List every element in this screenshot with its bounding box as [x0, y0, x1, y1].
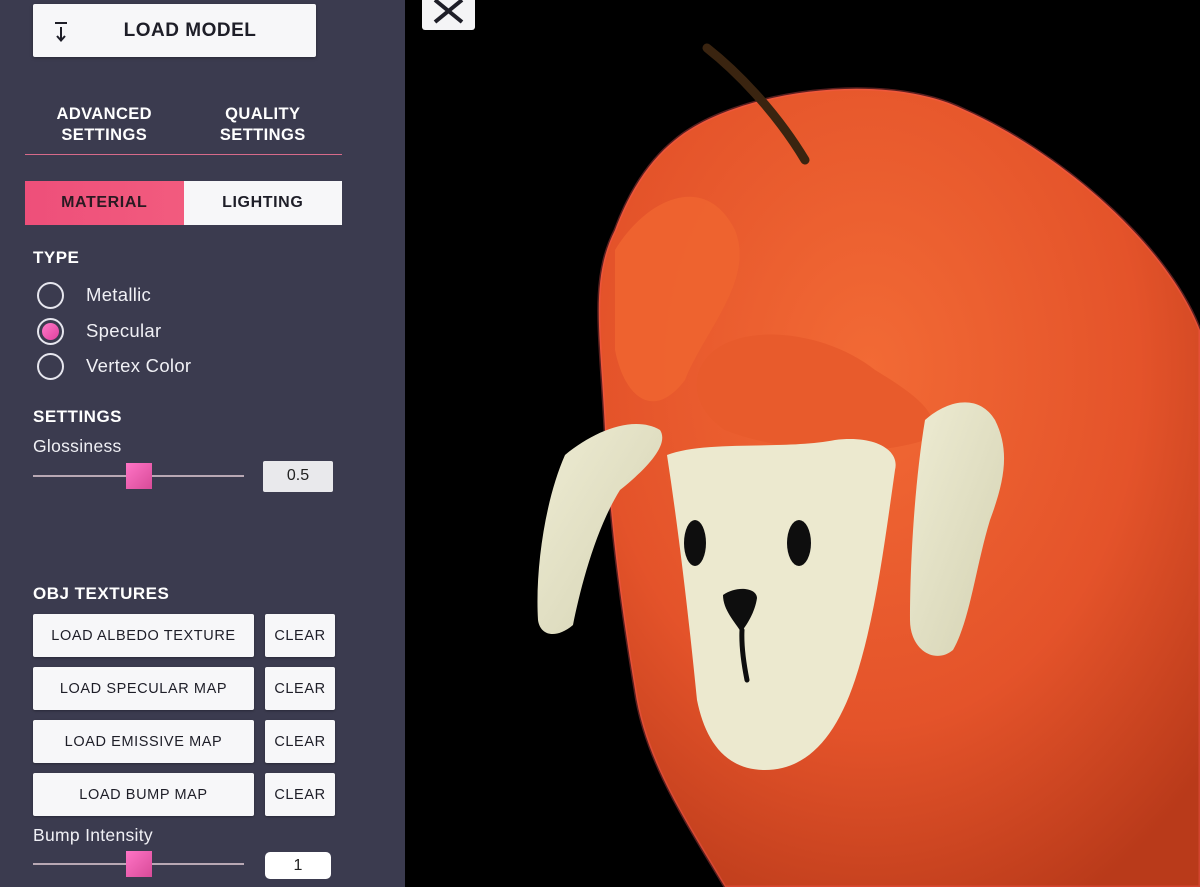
clear-bump-button[interactable]: CLEAR	[265, 773, 335, 816]
load-model-label: LOAD MODEL	[123, 19, 257, 41]
type-section-title: TYPE	[33, 248, 80, 267]
material-lighting-tabs: MATERIAL LIGHTING	[25, 181, 342, 225]
radio-metallic[interactable]: Metallic	[37, 281, 151, 309]
tab-quality-line1: QUALITY	[225, 105, 301, 123]
glossiness-slider-thumb[interactable]	[126, 463, 152, 489]
radio-label-metallic: Metallic	[86, 284, 152, 305]
radio-button[interactable]	[37, 352, 64, 380]
load-albedo-texture-button[interactable]: LOAD ALBEDO TEXTURE	[33, 614, 254, 657]
side-panel: LOAD MODEL ADVANCED SETTINGS QUALITY SET…	[0, 0, 405, 887]
settings-section-title: SETTINGS	[33, 407, 123, 426]
download-arrow-icon	[55, 22, 67, 43]
tab-advanced-line2: SETTINGS	[61, 126, 148, 144]
close-button[interactable]	[422, 0, 475, 30]
radio-button-checked[interactable]	[37, 317, 64, 345]
radio-vertex-color[interactable]: Vertex Color	[37, 352, 191, 380]
settings-tabs: ADVANCED SETTINGS QUALITY SETTINGS	[25, 104, 342, 155]
clear-emissive-button[interactable]: CLEAR	[265, 720, 335, 763]
load-specular-map-button[interactable]: LOAD SPECULAR MAP	[33, 667, 254, 710]
pepper-model-render	[537, 43, 1200, 887]
tab-advanced-settings[interactable]: ADVANCED SETTINGS	[25, 104, 184, 154]
bump-value-input[interactable]: 1	[265, 852, 331, 879]
tab-quality-line2: SETTINGS	[219, 126, 306, 144]
load-emissive-map-button[interactable]: LOAD EMISSIVE MAP	[33, 720, 254, 763]
tab-quality-settings[interactable]: QUALITY SETTINGS	[184, 104, 343, 154]
close-x-icon	[433, 0, 464, 24]
bump-slider-thumb[interactable]	[126, 851, 152, 877]
load-bump-map-button[interactable]: LOAD BUMP MAP	[33, 773, 254, 816]
radio-specular[interactable]: Specular	[37, 317, 161, 345]
glossiness-value-input[interactable]: 0.5	[263, 461, 333, 492]
tab-material[interactable]: MATERIAL	[25, 181, 184, 225]
radio-label-vertex-color: Vertex Color	[86, 355, 192, 376]
tab-advanced-line1: ADVANCED	[56, 105, 152, 123]
load-model-button[interactable]: LOAD MODEL	[33, 4, 316, 57]
glossiness-label: Glossiness	[33, 436, 122, 456]
obj-textures-title: OBJ TEXTURES	[33, 584, 170, 603]
clear-specular-button[interactable]: CLEAR	[265, 667, 335, 710]
radio-label-specular: Specular	[86, 320, 162, 341]
bump-intensity-label: Bump Intensity	[33, 825, 153, 845]
clear-albedo-button[interactable]: CLEAR	[265, 614, 335, 657]
radio-button[interactable]	[37, 281, 64, 309]
model-viewport[interactable]	[405, 0, 1200, 887]
tab-lighting[interactable]: LIGHTING	[183, 181, 342, 225]
